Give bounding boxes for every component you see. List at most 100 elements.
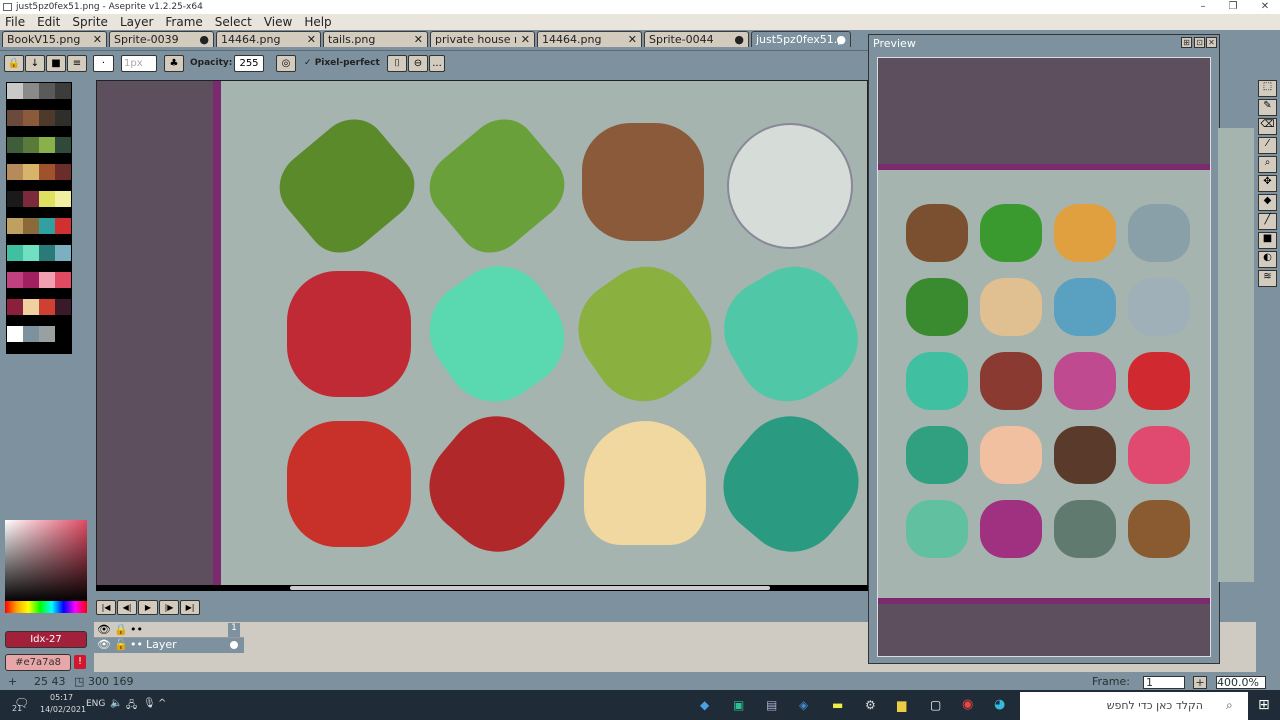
palette-swatch[interactable]: [55, 83, 71, 99]
palette-swatch[interactable]: [39, 245, 55, 261]
palette-swatch[interactable]: [23, 164, 39, 180]
tab-just5pz0fex51[interactable]: just5pz0fex51.p ●: [751, 31, 851, 47]
arrow-down-icon[interactable]: ↓: [25, 55, 45, 72]
opacity-input[interactable]: 255: [234, 55, 264, 72]
scrollbar-thumb[interactable]: [290, 586, 770, 590]
minimize-button[interactable]: –: [1188, 0, 1218, 14]
menu-select[interactable]: Select: [215, 14, 252, 30]
preview-title-bar[interactable]: Preview ⊞ ⊡ ✕: [869, 35, 1219, 52]
app-icon-2[interactable]: ▣: [733, 698, 744, 712]
palette-swatch[interactable]: [23, 326, 39, 342]
palette-swatch[interactable]: [7, 191, 23, 207]
palette-swatch[interactable]: [55, 191, 71, 207]
palette-swatch[interactable]: [39, 218, 55, 234]
menu-file[interactable]: File: [5, 14, 25, 30]
palette-swatch[interactable]: [7, 110, 23, 126]
tab-bookv15[interactable]: BookV15.png ✕: [2, 31, 107, 47]
last-frame-button[interactable]: ▶|: [180, 600, 200, 615]
palette-swatch[interactable]: [23, 191, 39, 207]
app-icon-3[interactable]: ▤: [766, 698, 777, 712]
palette-swatch[interactable]: [39, 326, 55, 342]
sprite-canvas[interactable]: [96, 80, 868, 590]
close-button[interactable]: ✕: [1250, 0, 1280, 14]
eyedropper-tool-icon[interactable]: ⁄: [1258, 137, 1277, 154]
taskbar-search-input[interactable]: הקלד כאן כדי לחפש: [1020, 692, 1248, 720]
clock-time[interactable]: 05:17: [50, 693, 73, 702]
previous-frame-button[interactable]: ◀|: [117, 600, 137, 615]
brush-size-input[interactable]: 1px: [121, 55, 157, 72]
close-tab-icon[interactable]: ✕: [307, 32, 316, 47]
play-button[interactable]: ▶: [138, 600, 158, 615]
continuous-icon[interactable]: ••: [130, 623, 143, 636]
dynamics-icon[interactable]: ◎: [276, 55, 296, 72]
menu-sprite[interactable]: Sprite: [72, 14, 108, 30]
lock-icon[interactable]: 🔒: [114, 623, 128, 636]
palette-swatch[interactable]: [7, 245, 23, 261]
chrome-icon[interactable]: ◉: [962, 697, 973, 712]
windows-start-icon[interactable]: ⊞: [1258, 697, 1270, 713]
app-icon-1[interactable]: ◆: [700, 698, 709, 712]
palette-swatch[interactable]: [7, 164, 23, 180]
palette-swatch[interactable]: [39, 137, 55, 153]
app-icon-6[interactable]: ⚙: [865, 698, 876, 712]
palette-swatch[interactable]: [39, 272, 55, 288]
palette-swatch[interactable]: [23, 272, 39, 288]
clock-date[interactable]: 14/02/2021: [40, 705, 86, 714]
palette-swatch[interactable]: [7, 326, 23, 342]
palette-swatch[interactable]: [55, 110, 71, 126]
tab-14464[interactable]: 14464.png ✕: [216, 31, 321, 47]
palette-swatch[interactable]: [23, 218, 39, 234]
frame-input[interactable]: 1: [1143, 676, 1185, 689]
tab-14464-2[interactable]: 14464.png ✕: [537, 31, 642, 47]
language-indicator[interactable]: ENG: [86, 699, 105, 709]
lines-icon[interactable]: ≡: [67, 55, 87, 72]
palette-swatch[interactable]: [55, 326, 71, 342]
marquee-tool-icon[interactable]: ⬚: [1258, 80, 1277, 97]
palette-swatch[interactable]: [55, 218, 71, 234]
close-tab-icon[interactable]: ✕: [414, 32, 423, 47]
palette-swatch[interactable]: [7, 218, 23, 234]
cel[interactable]: [228, 639, 240, 652]
more-button[interactable]: ...: [429, 55, 445, 72]
tab-sprite-0044[interactable]: Sprite-0044 ●: [644, 31, 749, 47]
pixel-perfect-checkbox[interactable]: ✓ Pixel-perfect: [304, 58, 380, 68]
palette-swatches[interactable]: [6, 82, 72, 354]
palette-swatch[interactable]: [23, 245, 39, 261]
palette-swatch[interactable]: [55, 272, 71, 288]
move-tool-icon[interactable]: ✥: [1258, 175, 1277, 192]
menu-help[interactable]: Help: [304, 14, 331, 30]
palette-swatch[interactable]: [39, 164, 55, 180]
maximize-button[interactable]: ❐: [1218, 0, 1248, 14]
palette-swatch[interactable]: [23, 83, 39, 99]
palette-swatch[interactable]: [7, 83, 23, 99]
palette-swatch[interactable]: [23, 110, 39, 126]
rectangle-tool-icon[interactable]: ■: [1258, 232, 1277, 249]
symmetry-horizontal-icon[interactable]: ⊖: [408, 55, 428, 72]
menu-frame[interactable]: Frame: [165, 14, 202, 30]
microphone-icon[interactable]: 🎙: [143, 698, 156, 709]
palette-swatch[interactable]: [23, 137, 39, 153]
palette-swatch[interactable]: [7, 137, 23, 153]
ink-icon[interactable]: ♣: [164, 55, 184, 72]
show-hidden-icons[interactable]: ^: [158, 698, 166, 709]
blur-tool-icon[interactable]: ≋: [1258, 270, 1277, 287]
preview-canvas[interactable]: [877, 57, 1211, 657]
close-tab-icon[interactable]: ✕: [93, 32, 102, 47]
warning-icon[interactable]: !: [74, 655, 86, 669]
palette-swatch[interactable]: [7, 299, 23, 315]
visibility-icon[interactable]: 👁: [97, 638, 111, 651]
modified-dot-icon[interactable]: ●: [734, 32, 744, 47]
palette-swatch[interactable]: [55, 299, 71, 315]
frame-number-header[interactable]: 1: [228, 623, 240, 637]
layer-row[interactable]: 👁 🔓 •• Layer: [94, 638, 244, 653]
zoom-tool-icon[interactable]: ⌕: [1258, 156, 1277, 173]
network-icon[interactable]: 🖧: [126, 698, 137, 715]
tab-private-house[interactable]: private house ı ✕: [430, 31, 535, 47]
preview-expand-icon[interactable]: ⊡: [1194, 37, 1205, 48]
close-tab-icon[interactable]: ✕: [628, 32, 637, 47]
zoom-input[interactable]: 400.0%: [1216, 676, 1266, 689]
menu-layer[interactable]: Layer: [120, 14, 153, 30]
brush-type-button[interactable]: ·: [93, 55, 114, 72]
edge-icon[interactable]: ◕: [994, 697, 1005, 712]
volume-icon[interactable]: 🔈: [110, 698, 122, 709]
